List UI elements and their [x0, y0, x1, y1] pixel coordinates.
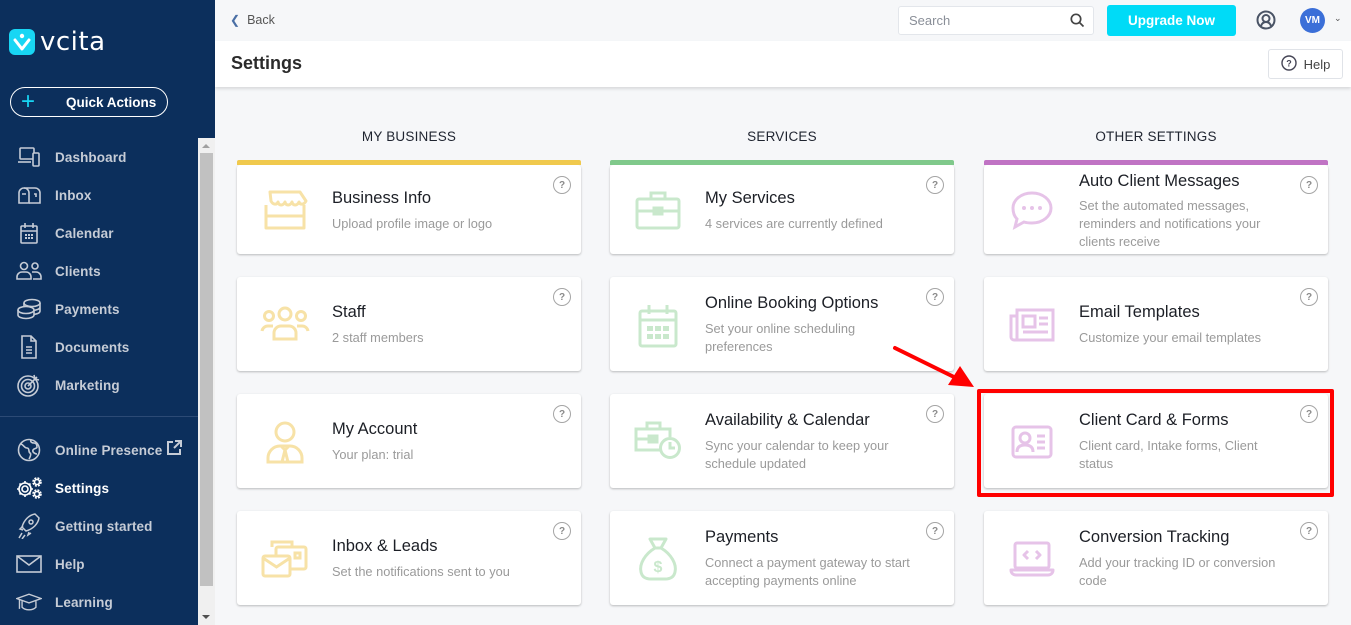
chevron-left-icon: ❮	[230, 13, 241, 27]
scrollbar-thumb[interactable]	[200, 153, 213, 586]
laptop-code-icon	[1006, 533, 1058, 585]
annotation-arrow-icon	[893, 346, 974, 387]
account-icon	[259, 416, 311, 468]
scroll-down-arrow-icon[interactable]	[202, 615, 210, 619]
help-circle-icon[interactable]: ?	[553, 522, 571, 540]
quick-actions-button[interactable]: + Quick Actions	[10, 87, 168, 117]
sidebar-item-inbox[interactable]: Inbox	[0, 176, 198, 214]
help-circle-icon[interactable]: ?	[553, 405, 571, 423]
help-circle-icon[interactable]: ?	[926, 288, 944, 306]
settings-card-staff[interactable]: Staff 2 staff members ?	[237, 277, 581, 371]
column-accent-band	[984, 160, 1328, 165]
help-circle-icon[interactable]: ?	[926, 522, 944, 540]
top-bar: ❮ Back Upgrade Now VM ⌄	[215, 0, 1351, 41]
sidebar-item-documents[interactable]: Documents	[0, 328, 198, 366]
settings-card-inbox-leads[interactable]: Inbox & Leads Set the notifications sent…	[237, 511, 581, 605]
sidebar-item-settings[interactable]: Settings	[0, 469, 198, 507]
help-circle-icon[interactable]: ?	[1300, 405, 1318, 423]
column-title-services: SERVICES	[747, 129, 817, 144]
chat-bubble-icon	[1006, 184, 1058, 236]
upgrade-now-button[interactable]: Upgrade Now	[1107, 5, 1236, 36]
sidebar: vcita + Quick Actions Dashboard Inbox Ca…	[0, 0, 215, 625]
page-header: Settings ? Help	[215, 41, 1351, 87]
id-card-icon	[1006, 416, 1058, 468]
chevron-down-icon[interactable]: ⌄	[1334, 13, 1342, 24]
vcita-logo[interactable]: vcita	[9, 29, 106, 55]
user-avatar[interactable]: VM	[1300, 8, 1325, 33]
sidebar-item-help[interactable]: Help	[0, 545, 198, 583]
clients-icon	[16, 259, 42, 283]
sidebar-divider	[0, 416, 198, 417]
logo-text: vcita	[40, 27, 106, 57]
help-circle-icon[interactable]: ?	[1300, 522, 1318, 540]
vcita-logo-icon	[9, 29, 35, 55]
sidebar-nav-secondary: Online Presence Settings Getting started…	[0, 431, 198, 621]
calendar-icon	[632, 300, 684, 352]
documents-icon	[16, 335, 42, 359]
plus-icon: +	[21, 88, 36, 115]
dashboard-icon	[16, 145, 42, 169]
help-circle-icon[interactable]: ?	[926, 176, 944, 194]
envelope-icon	[16, 552, 42, 576]
svg-text:?: ?	[1286, 58, 1292, 68]
settings-card-availability-calendar[interactable]: Availability & Calendar Sync your calend…	[610, 394, 954, 488]
sidebar-nav-main: Dashboard Inbox Calendar Clients Payment…	[0, 138, 198, 404]
svg-text:$: $	[654, 559, 663, 576]
quick-actions-label: Quick Actions	[66, 94, 157, 110]
scroll-up-arrow-icon[interactable]	[202, 144, 210, 148]
help-circle-icon[interactable]: ?	[1300, 176, 1318, 194]
settings-icon	[16, 476, 42, 500]
briefcase-clock-icon	[632, 414, 684, 466]
settings-card-payments[interactable]: $ Payments Connect a payment gateway to …	[610, 511, 954, 605]
globe-icon	[16, 438, 42, 462]
sidebar-item-online-presence[interactable]: Online Presence	[0, 431, 198, 469]
settings-card-my-services[interactable]: My Services 4 services are currently def…	[610, 160, 954, 254]
settings-card-business-info[interactable]: Business Info Upload profile image or lo…	[237, 160, 581, 254]
sidebar-item-getting-started[interactable]: Getting started	[0, 507, 198, 545]
search-input[interactable]	[909, 13, 1059, 28]
money-bag-icon: $	[632, 533, 684, 585]
column-accent-band	[237, 160, 581, 165]
help-circle-icon[interactable]: ?	[553, 176, 571, 194]
column-title-my-business: MY BUSINESS	[361, 129, 457, 144]
support-icon[interactable]	[1256, 10, 1276, 35]
storefront-icon	[259, 184, 311, 236]
search-icon[interactable]	[1070, 13, 1085, 33]
column-accent-band	[610, 160, 954, 165]
newspaper-icon	[1006, 299, 1058, 351]
marketing-icon	[16, 373, 42, 397]
rocket-icon	[16, 513, 42, 539]
page-title: Settings	[231, 53, 303, 73]
sidebar-item-payments[interactable]: Payments	[0, 290, 198, 328]
help-button[interactable]: ? Help	[1268, 49, 1343, 79]
help-circle-icon: ?	[1280, 54, 1297, 74]
help-circle-icon[interactable]: ?	[1300, 288, 1318, 306]
sidebar-item-clients[interactable]: Clients	[0, 252, 198, 290]
payments-icon	[16, 297, 42, 321]
settings-card-email-templates[interactable]: Email Templates Customize your email tem…	[984, 277, 1328, 371]
settings-card-auto-client-messages[interactable]: Auto Client Messages Set the automated m…	[984, 160, 1328, 254]
staff-icon	[259, 297, 311, 349]
inbox-leads-icon	[259, 533, 311, 585]
search-box[interactable]	[898, 6, 1094, 35]
calendar-icon	[16, 221, 42, 245]
briefcase-icon	[632, 184, 684, 236]
inbox-icon	[16, 183, 42, 207]
sidebar-scrollbar[interactable]	[198, 138, 215, 625]
settings-card-client-card-forms[interactable]: Client Card & Forms Client card, Intake …	[984, 394, 1328, 488]
back-link[interactable]: ❮ Back	[230, 13, 275, 27]
settings-card-my-account[interactable]: My Account Your plan: trial ?	[237, 394, 581, 488]
column-title-other-settings: OTHER SETTINGS	[1095, 129, 1217, 144]
help-circle-icon[interactable]: ?	[553, 288, 571, 306]
external-link-icon	[166, 439, 183, 461]
sidebar-item-marketing[interactable]: Marketing	[0, 366, 198, 404]
sidebar-item-calendar[interactable]: Calendar	[0, 214, 198, 252]
sidebar-item-dashboard[interactable]: Dashboard	[0, 138, 198, 176]
help-circle-icon[interactable]: ?	[926, 405, 944, 423]
settings-card-conversion-tracking[interactable]: Conversion Tracking Add your tracking ID…	[984, 511, 1328, 605]
sidebar-item-learning[interactable]: Learning	[0, 583, 198, 621]
graduation-cap-icon	[16, 590, 42, 614]
